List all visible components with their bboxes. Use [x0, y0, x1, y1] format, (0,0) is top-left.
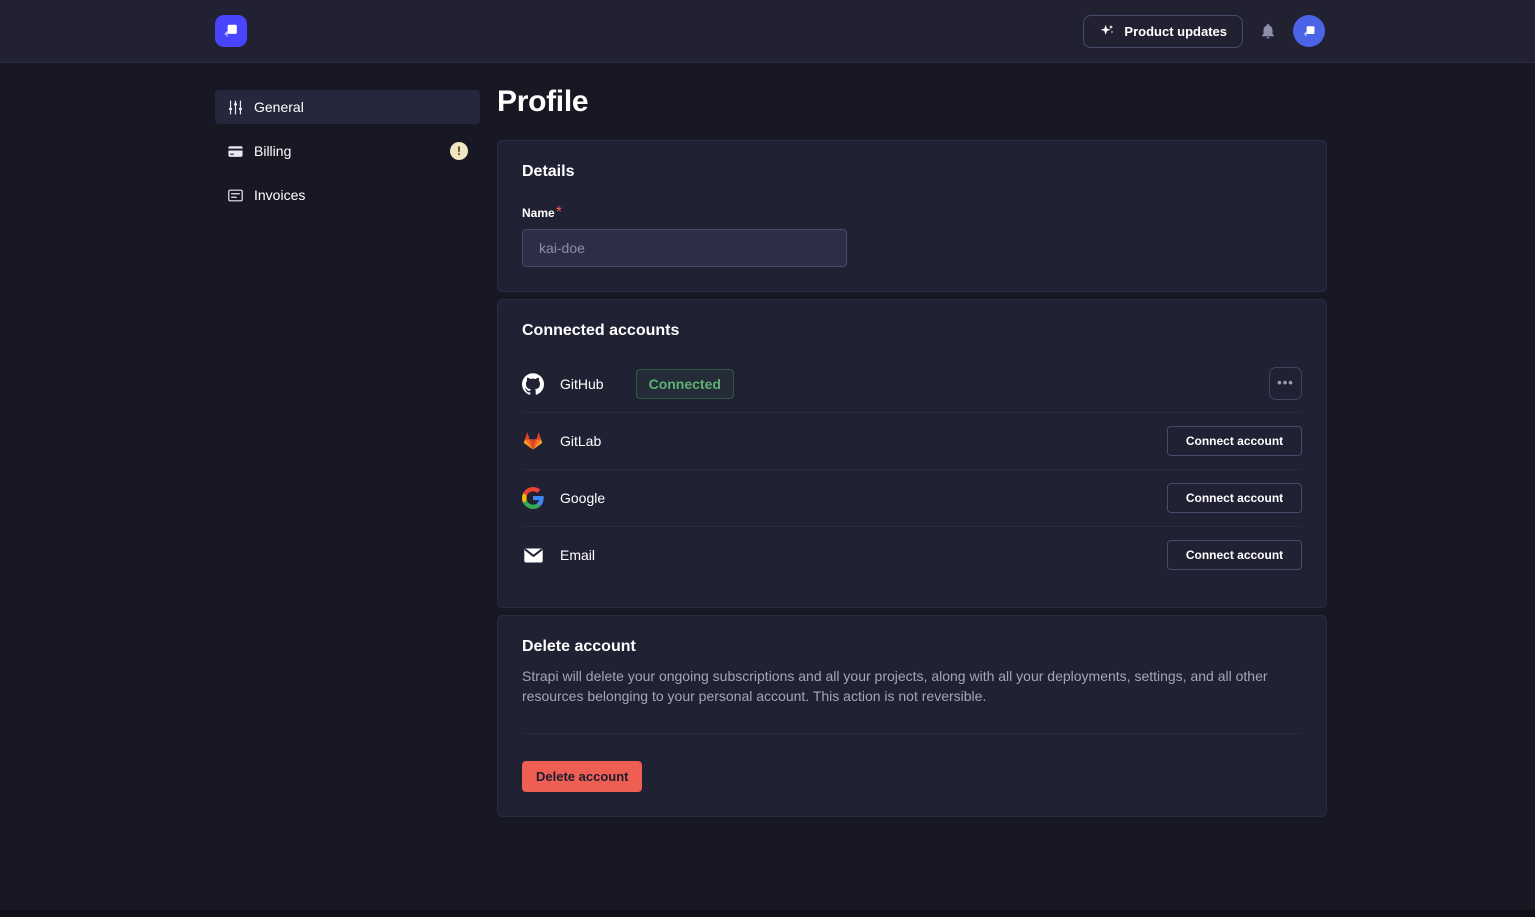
topbar-actions: Product updates	[1083, 15, 1325, 48]
details-card-title: Details	[522, 163, 1302, 181]
required-marker: *	[556, 204, 562, 221]
name-field-group: Name*	[522, 204, 1302, 267]
strapi-logo[interactable]	[215, 15, 247, 47]
sidebar-item-label: Invoices	[254, 187, 305, 203]
user-avatar[interactable]	[1293, 15, 1325, 47]
account-row-google: Google Connect account	[522, 469, 1302, 526]
gitlab-connect-button[interactable]: Connect account	[1167, 426, 1302, 456]
sidebar-item-invoices[interactable]: Invoices	[215, 178, 480, 212]
product-updates-label: Product updates	[1124, 24, 1227, 39]
account-row-github: GitHub Connected •••	[522, 355, 1302, 412]
account-name: GitLab	[560, 433, 601, 449]
account-name: GitHub	[560, 376, 604, 392]
delete-account-button[interactable]: Delete account	[522, 761, 642, 792]
strapi-logo-icon	[221, 21, 241, 41]
google-connect-button[interactable]: Connect account	[1167, 483, 1302, 513]
connected-accounts-card: Connected accounts GitHub Connected •••	[497, 299, 1327, 608]
details-card: Details Name*	[497, 140, 1327, 292]
main-panel: Profile Details Name* Connected accounts	[497, 63, 1327, 864]
name-input[interactable]	[522, 229, 847, 267]
bell-icon	[1259, 22, 1277, 40]
delete-account-title: Delete account	[522, 638, 1302, 656]
account-row-gitlab: GitLab Connect account	[522, 412, 1302, 469]
account-rows: GitHub Connected •••	[522, 355, 1302, 583]
page-title: Profile	[497, 85, 1327, 119]
email-connect-button[interactable]: Connect account	[1167, 540, 1302, 570]
account-row-email: Email Connect account	[522, 526, 1302, 583]
account-name: Google	[560, 490, 605, 506]
sidebar-item-billing[interactable]: Billing !	[215, 134, 480, 168]
sparkle-icon	[1099, 23, 1115, 39]
top-bar: Product updates	[0, 0, 1535, 63]
divider	[522, 733, 1302, 734]
strapi-avatar-icon	[1301, 23, 1318, 40]
sliders-icon	[227, 99, 244, 116]
github-icon	[522, 373, 544, 395]
google-icon	[522, 487, 544, 509]
email-icon	[522, 544, 544, 566]
delete-account-description: Strapi will delete your ongoing subscrip…	[522, 666, 1302, 706]
settings-sidebar: General Billing !	[215, 63, 480, 222]
sidebar-item-label: Billing	[254, 143, 291, 159]
billing-warning-badge: !	[450, 142, 468, 160]
credit-card-icon	[227, 143, 244, 160]
content-area: General Billing !	[0, 63, 1535, 864]
app-root: Product updates	[0, 0, 1535, 864]
sidebar-item-label: General	[254, 99, 304, 115]
bottom-edge-strip	[0, 910, 1535, 917]
account-name: Email	[560, 547, 595, 563]
github-more-button[interactable]: •••	[1269, 367, 1302, 400]
gitlab-icon	[522, 430, 544, 452]
name-field-label: Name	[522, 206, 555, 220]
invoice-icon	[227, 187, 244, 204]
connected-accounts-title: Connected accounts	[522, 322, 1302, 340]
product-updates-button[interactable]: Product updates	[1083, 15, 1243, 48]
delete-account-card: Delete account Strapi will delete your o…	[497, 615, 1327, 817]
notifications-button[interactable]	[1259, 22, 1277, 40]
sidebar-item-general[interactable]: General	[215, 90, 480, 124]
connected-status-badge: Connected	[636, 369, 734, 399]
